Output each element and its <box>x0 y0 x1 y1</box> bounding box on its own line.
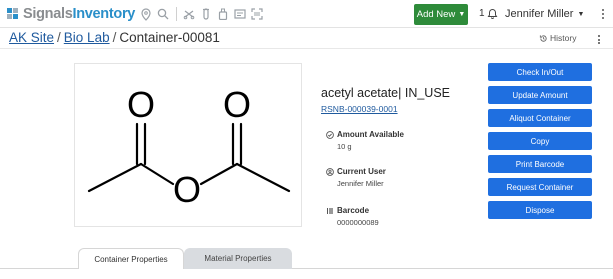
logo-text-inventory: Inventory <box>72 6 136 22</box>
add-new-label: Add New <box>416 9 456 20</box>
logo-text: SignalsInventory <box>23 6 135 22</box>
breadcrumb-container: Container-00081 <box>119 30 220 45</box>
dispose-button[interactable]: Dispose <box>488 201 592 219</box>
bottle-icon[interactable] <box>216 7 230 21</box>
user-icon <box>326 167 334 176</box>
breadcrumb: AK Site / Bio Lab / Container-00081 <box>9 30 220 45</box>
chemical-structure: O O O <box>74 63 302 227</box>
update-amount-button[interactable]: Update Amount <box>488 86 592 104</box>
breadcrumb-site[interactable]: AK Site <box>9 30 54 45</box>
amount-label: Amount Available <box>326 130 404 139</box>
property-tabs: Container Properties Material Properties <box>0 248 613 279</box>
barcode-field: Barcode 0000000089 <box>326 206 379 227</box>
notification-button[interactable]: 1 <box>479 8 498 19</box>
bell-icon <box>487 8 497 19</box>
tube-icon[interactable] <box>199 7 213 21</box>
breadcrumb-bar: AK Site / Bio Lab / Container-00081 History <box>0 29 613 49</box>
current-user-label: Current User <box>326 167 386 176</box>
toolbar-icons <box>139 7 267 21</box>
more-options-icon[interactable] <box>598 35 600 46</box>
barcode-icon <box>327 207 333 214</box>
check-in-out-button[interactable]: Check In/Out <box>488 63 592 81</box>
current-user-field: Current User Jennifer Miller <box>326 167 386 188</box>
atom-label: O <box>127 84 155 125</box>
history-button[interactable]: History <box>539 33 576 43</box>
check-circle-icon <box>326 130 334 139</box>
atom-label: O <box>223 84 251 125</box>
bond <box>199 162 239 186</box>
atom-label: O <box>173 169 201 210</box>
add-new-button[interactable]: Add New ▼ <box>414 4 468 25</box>
amount-label-text: Amount Available <box>337 130 404 139</box>
caret-down-icon: ▼ <box>577 10 585 18</box>
bond <box>87 162 143 193</box>
breadcrumb-separator: / <box>57 30 61 45</box>
caret-down-icon: ▼ <box>458 11 466 18</box>
tab-container-properties[interactable]: Container Properties <box>78 248 184 269</box>
breadcrumb-separator: / <box>112 30 117 45</box>
barcode-value: 0000000089 <box>337 218 379 227</box>
copy-button[interactable]: Copy <box>488 132 592 150</box>
user-name: Jennifer Miller <box>505 8 574 20</box>
more-options-icon[interactable] <box>601 9 605 21</box>
print-barcode-button[interactable]: Print Barcode <box>488 155 592 173</box>
amount-value: 10 g <box>337 142 352 151</box>
logo-icon <box>7 8 18 19</box>
history-label: History <box>550 33 577 43</box>
current-user-value: Jennifer Miller <box>337 179 384 188</box>
barcode-label-text: Barcode <box>337 206 370 215</box>
bond <box>235 162 291 193</box>
action-buttons: Check In/Out Update Amount Aliquot Conta… <box>488 63 592 224</box>
scale-icon[interactable] <box>182 7 196 21</box>
reference-link[interactable]: RSNB-000039-0001 <box>321 104 398 114</box>
user-menu[interactable]: Jennifer Miller ▼ <box>505 8 584 20</box>
breadcrumb-lab[interactable]: Bio Lab <box>64 30 110 45</box>
bond <box>139 162 175 186</box>
compound-name: acetyl acetate| IN_USE <box>321 86 451 100</box>
app-logo[interactable]: SignalsInventory <box>6 5 135 23</box>
location-icon[interactable] <box>139 7 153 21</box>
scan-icon[interactable] <box>250 7 264 21</box>
history-icon <box>539 34 547 42</box>
notification-count: 1 <box>479 8 485 19</box>
search-icon[interactable] <box>156 7 170 21</box>
toolbar-divider <box>176 7 177 21</box>
logo-text-signals: Signals <box>23 6 73 22</box>
current-user-label-text: Current User <box>337 167 386 176</box>
main-content: O O O acetyl acetate| IN_USE RSNB-000039… <box>0 50 613 279</box>
list-icon[interactable] <box>233 7 247 21</box>
tab-material-properties[interactable]: Material Properties <box>184 248 292 269</box>
request-container-button[interactable]: Request Container <box>488 178 592 196</box>
aliquot-container-button[interactable]: Aliquot Container <box>488 109 592 127</box>
amount-field: Amount Available 10 g <box>326 130 404 151</box>
barcode-label: Barcode <box>326 206 379 215</box>
top-bar: SignalsInventory Add New ▼ 1 Jennifer Mi… <box>0 0 613 28</box>
